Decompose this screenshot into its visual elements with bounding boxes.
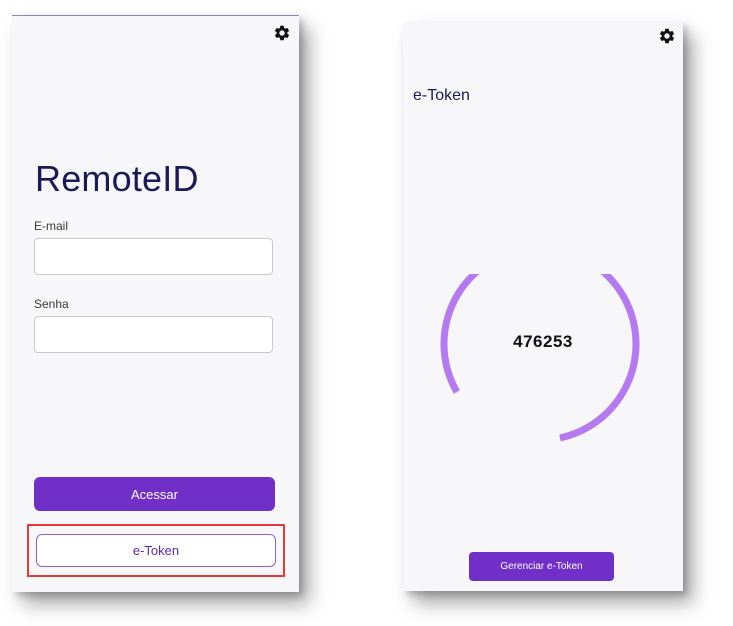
highlight-box: e-Token — [27, 524, 285, 577]
gear-icon[interactable] — [273, 24, 291, 42]
etoken-button[interactable]: e-Token — [36, 534, 276, 567]
screen-title: e-Token — [413, 87, 470, 104]
app-title: RemoteID — [35, 158, 199, 199]
token-code: 476253 — [513, 332, 573, 351]
access-button[interactable]: Acessar — [34, 477, 275, 511]
etoken-screen: e-Token 476253 Gerenciar e-Token — [403, 22, 683, 591]
manage-etoken-button[interactable]: Gerenciar e-Token — [469, 552, 614, 581]
email-field[interactable] — [34, 238, 273, 275]
countdown-ring — [440, 274, 640, 442]
password-field[interactable] — [34, 316, 273, 353]
password-label: Senha — [34, 297, 69, 311]
countdown-arc — [440, 274, 640, 442]
email-label: E-mail — [34, 219, 69, 233]
login-screen: RemoteID E-mail Senha Acessar e-Token — [12, 15, 299, 592]
gear-icon[interactable] — [658, 27, 676, 45]
